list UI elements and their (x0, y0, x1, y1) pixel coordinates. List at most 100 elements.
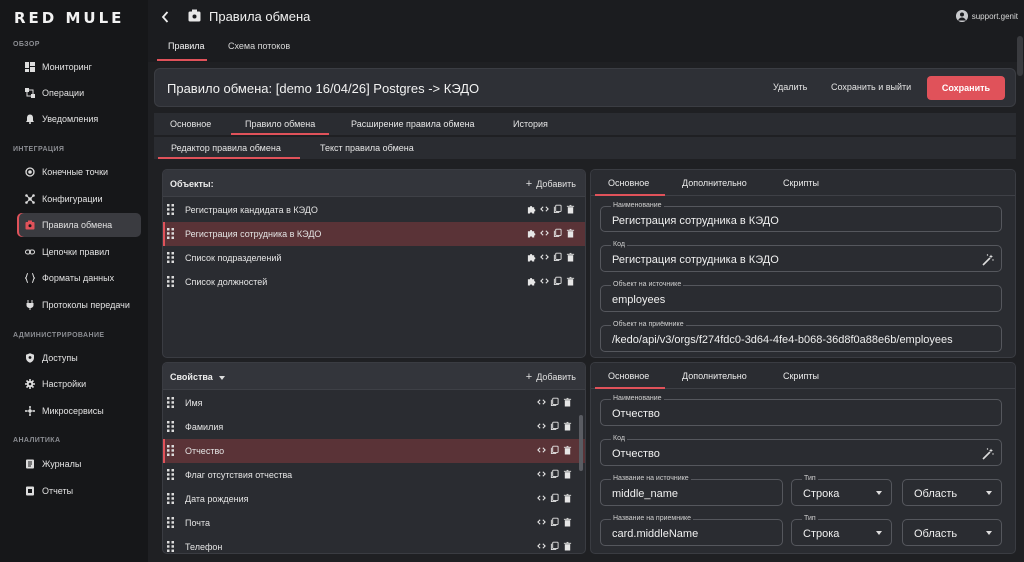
sidebar-item-access[interactable]: Доступы (17, 346, 141, 370)
tab-history[interactable]: История (513, 119, 548, 129)
code-icon[interactable] (537, 421, 546, 431)
list-item[interactable]: Отчество (163, 439, 585, 463)
copy-icon[interactable] (550, 397, 559, 407)
properties-scrollbar[interactable] (579, 415, 583, 471)
sidebar-item-settings[interactable]: Настройки (17, 372, 141, 396)
list-item[interactable]: Имя (163, 391, 585, 415)
copy-icon[interactable] (550, 445, 559, 455)
sidebar-item-operations[interactable]: Операции (17, 81, 141, 105)
code-icon[interactable] (540, 228, 549, 238)
drag-handle-icon[interactable] (167, 493, 174, 504)
puzzle-icon[interactable] (527, 276, 536, 286)
tab-prop-scripts[interactable]: Скрипты (783, 371, 819, 381)
properties-title[interactable]: Свойства (170, 372, 225, 382)
list-item[interactable]: Фамилия (163, 415, 585, 439)
copy-icon[interactable] (550, 469, 559, 479)
property-code-field[interactable]: Код Отчество (600, 435, 1002, 466)
drag-handle-icon[interactable] (167, 421, 174, 432)
tab-detail-general[interactable]: Основное (608, 178, 649, 188)
sidebar-item-configurations[interactable]: Конфигурации (17, 187, 141, 211)
code-icon[interactable] (540, 204, 549, 214)
copy-icon[interactable] (550, 493, 559, 503)
code-icon[interactable] (537, 397, 546, 407)
source-type-select[interactable]: Тип Строка (791, 475, 892, 506)
copy-icon[interactable] (550, 517, 559, 527)
puzzle-icon[interactable] (527, 228, 536, 238)
drag-handle-icon[interactable] (167, 228, 174, 239)
object-source-field[interactable]: Объект на источнике employees (600, 281, 1002, 312)
tab-rule-text[interactable]: Текст правила обмена (320, 143, 414, 153)
puzzle-icon[interactable] (527, 252, 536, 262)
list-item[interactable]: Регистрация кандидата в КЭДО (163, 198, 585, 222)
drag-handle-icon[interactable] (167, 541, 174, 552)
object-code-field[interactable]: Код Регистрация сотрудника в КЭДО (600, 241, 1002, 272)
tab-prop-additional[interactable]: Дополнительно (682, 371, 747, 381)
property-name-field[interactable]: Наименование Отчество (600, 395, 1002, 426)
sidebar-item-exchange-rules[interactable]: Правила обмена (17, 213, 141, 237)
delete-icon[interactable] (566, 204, 575, 214)
object-target-field[interactable]: Объект на приёмнике /kedo/api/v3/orgs/f2… (600, 321, 1002, 352)
tab-prop-general[interactable]: Основное (608, 371, 649, 381)
sidebar-item-rule-chains[interactable]: Цепочки правил (17, 240, 141, 264)
list-item[interactable]: Флаг отсутствия отчества (163, 463, 585, 487)
tab-rules[interactable]: Правила (168, 41, 205, 51)
tab-general[interactable]: Основное (170, 119, 211, 129)
back-arrow-icon[interactable] (160, 10, 170, 24)
list-item[interactable]: Телефон (163, 535, 585, 553)
sidebar-item-endpoints[interactable]: Конечные точки (17, 160, 141, 184)
sidebar-item-journals[interactable]: Журналы (17, 452, 141, 476)
delete-icon[interactable] (563, 541, 572, 551)
sidebar-item-monitoring[interactable]: Мониторинг (17, 55, 141, 79)
sidebar-item-data-formats[interactable]: Форматы данных (17, 266, 141, 290)
delete-icon[interactable] (563, 517, 572, 527)
code-icon[interactable] (537, 541, 546, 551)
tab-rule-editor[interactable]: Редактор правила обмена (171, 143, 281, 153)
drag-handle-icon[interactable] (167, 445, 174, 456)
delete-icon[interactable] (563, 469, 572, 479)
sidebar-item-microservices[interactable]: Микросервисы (17, 399, 141, 423)
target-type-select[interactable]: Тип Строка (791, 515, 892, 546)
target-area-select[interactable]: Область (902, 519, 1002, 546)
delete-icon[interactable] (563, 421, 572, 431)
tab-rule-extension[interactable]: Расширение правила обмена (351, 119, 475, 129)
tab-flow-scheme[interactable]: Схема потоков (228, 41, 290, 51)
delete-icon[interactable] (563, 445, 572, 455)
save-and-exit-button[interactable]: Сохранить и выйти (831, 82, 911, 92)
delete-icon[interactable] (566, 252, 575, 262)
code-icon[interactable] (537, 469, 546, 479)
copy-icon[interactable] (553, 228, 562, 238)
drag-handle-icon[interactable] (167, 252, 174, 263)
copy-icon[interactable] (553, 204, 562, 214)
copy-icon[interactable] (553, 276, 562, 286)
drag-handle-icon[interactable] (167, 276, 174, 287)
drag-handle-icon[interactable] (167, 397, 174, 408)
source-name-field[interactable]: Название на источнике middle_name (600, 475, 783, 506)
source-area-select[interactable]: Область (902, 479, 1002, 506)
page-scrollbar[interactable] (1017, 36, 1023, 76)
save-button[interactable]: Сохранить (927, 76, 1005, 100)
copy-icon[interactable] (553, 252, 562, 262)
list-item[interactable]: Список должностей (163, 270, 585, 294)
sidebar-item-notifications[interactable]: Уведомления (17, 107, 141, 131)
code-icon[interactable] (537, 445, 546, 455)
magic-wand-icon[interactable] (982, 447, 994, 460)
add-object-button[interactable]: + Добавить (526, 178, 576, 190)
code-icon[interactable] (540, 252, 549, 262)
user-menu[interactable]: support.genit (955, 10, 1018, 22)
tab-detail-scripts[interactable]: Скрипты (783, 178, 819, 188)
code-icon[interactable] (540, 276, 549, 286)
tab-exchange-rule[interactable]: Правило обмена (245, 119, 315, 129)
magic-wand-icon[interactable] (982, 253, 994, 266)
drag-handle-icon[interactable] (167, 469, 174, 480)
target-name-field[interactable]: Название на приемнике card.middleName (600, 515, 783, 546)
delete-icon[interactable] (563, 397, 572, 407)
object-name-field[interactable]: Наименование Регистрация сотрудника в КЭ… (600, 202, 1002, 232)
copy-icon[interactable] (550, 421, 559, 431)
add-property-button[interactable]: + Добавить (526, 371, 576, 383)
drag-handle-icon[interactable] (167, 204, 174, 215)
list-item[interactable]: Список подразделений (163, 246, 585, 270)
list-item[interactable]: Почта (163, 511, 585, 535)
list-item[interactable]: Регистрация сотрудника в КЭДО (163, 222, 585, 246)
code-icon[interactable] (537, 517, 546, 527)
delete-icon[interactable] (566, 228, 575, 238)
